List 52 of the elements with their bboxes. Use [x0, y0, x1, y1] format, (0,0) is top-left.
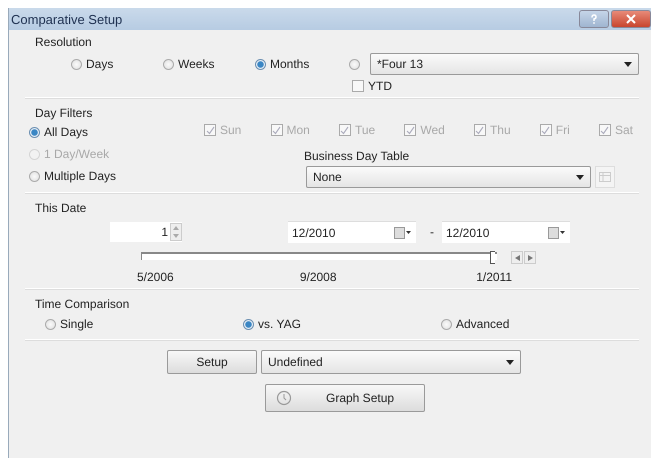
radio-option[interactable]: Advanced: [441, 317, 639, 331]
check-icon: [541, 126, 550, 134]
check-icon: [340, 126, 350, 134]
date-field[interactable]: 12/2010: [442, 221, 570, 243]
period-dropdown[interactable]: *Four 13: [370, 53, 639, 75]
close-icon: [626, 14, 636, 24]
calendar-icon: [548, 226, 566, 238]
checkbox-option[interactable]: YTD: [352, 79, 639, 93]
radio-option[interactable]: Single: [45, 317, 243, 331]
axis-label: 1/2011: [476, 270, 513, 284]
help-icon: [589, 14, 599, 24]
caret-icon: [576, 174, 584, 180]
check-icon: [206, 126, 214, 134]
setup-dropdown[interactable]: Undefined: [261, 350, 521, 374]
date-field[interactable]: 12/2010: [288, 221, 416, 243]
check-icon: [406, 126, 415, 134]
radio-option[interactable]: Weeks: [163, 57, 255, 71]
step-left-button[interactable]: [511, 251, 523, 264]
check-icon: [600, 126, 610, 134]
caret-icon: [506, 360, 514, 364]
radio-option[interactable]: Multiple Days: [29, 169, 204, 183]
caret-icon: [624, 62, 632, 66]
group-label: Resolution: [35, 35, 92, 49]
axis-label: 5/2006: [137, 270, 175, 284]
field-label: Business Day Table: [304, 149, 410, 163]
axis-label: 9/2008: [300, 270, 338, 284]
clock-icon: [276, 390, 292, 406]
spinner-arrows-icon: [170, 223, 182, 241]
group-label: This Date: [35, 201, 86, 215]
window-title: Comparative Setup: [10, 12, 122, 26]
radio-option[interactable]: All Days: [29, 125, 204, 139]
graph-setup-button[interactable]: Graph Setup: [265, 384, 425, 412]
radio-button[interactable]: [349, 58, 360, 70]
step-right-button[interactable]: [524, 251, 536, 264]
radio-option[interactable]: vs. YAG: [243, 317, 441, 331]
setup-button[interactable]: Setup: [167, 350, 257, 374]
table-icon: [599, 172, 611, 182]
group-label: Day Filters: [35, 106, 92, 120]
left-arrow-icon: [514, 254, 520, 260]
slider-thumb[interactable]: [490, 251, 495, 264]
calendar-icon: [394, 226, 412, 238]
close-button[interactable]: [611, 10, 651, 28]
count-spinner[interactable]: 1: [110, 222, 182, 242]
radio-option[interactable]: Days: [71, 57, 163, 71]
right-arrow-icon: [528, 254, 532, 260]
check-icon: [272, 126, 281, 134]
radio-option[interactable]: Months: [255, 57, 347, 71]
help-button[interactable]: [579, 10, 609, 28]
business-day-dropdown[interactable]: None: [306, 166, 591, 188]
group-label: Time Comparison: [35, 297, 130, 311]
range-separator: -: [430, 225, 434, 239]
check-icon: [475, 126, 484, 134]
